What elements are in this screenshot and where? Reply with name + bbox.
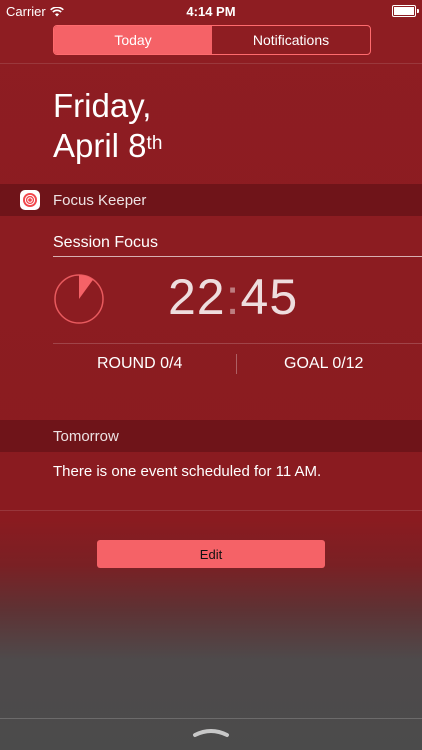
goal-counter: GOAL 0/12: [284, 355, 364, 372]
tomorrow-event-text: There is one event scheduled for 11 AM.: [53, 463, 322, 480]
status-time: 4:14 PM: [186, 4, 236, 19]
date-heading: Friday, April 8th: [53, 86, 162, 166]
session-divider: [53, 256, 422, 257]
widget-app-name: Focus Keeper: [53, 191, 147, 209]
timer-seconds: 45: [240, 269, 299, 325]
edit-button[interactable]: Edit: [97, 540, 325, 568]
view-segmented-control: Today Notifications: [53, 25, 371, 55]
battery-icon: [392, 5, 419, 17]
tomato-icon: [23, 193, 37, 207]
date-ordinal: th: [146, 133, 163, 154]
grabber-handle-icon[interactable]: [192, 726, 230, 738]
tab-notifications[interactable]: Notifications: [212, 26, 370, 54]
tomorrow-title: Tomorrow: [53, 427, 119, 445]
session-title: Session Focus: [53, 234, 158, 251]
tab-today[interactable]: Today: [54, 26, 212, 54]
stats-divider: [53, 343, 422, 344]
timer-display: 22:45: [168, 268, 298, 326]
timer-colon: :: [225, 269, 241, 325]
stats-separator: [236, 354, 237, 374]
timer-progress-wedge: [79, 275, 94, 299]
tomorrow-header[interactable]: Tomorrow: [0, 420, 422, 452]
bottom-divider: [0, 718, 422, 719]
divider: [0, 63, 422, 64]
status-bar: Carrier 4:14 PM: [0, 0, 422, 22]
focus-keeper-app-icon: [20, 190, 40, 210]
date-weekday: Friday,: [53, 87, 152, 124]
timer-progress-ring: [54, 274, 104, 324]
divider: [0, 510, 422, 511]
widget-header[interactable]: Focus Keeper: [0, 184, 422, 216]
date-month-day: April 8: [53, 127, 147, 164]
timer-minutes: 22: [168, 269, 226, 325]
date-month-day-line: April 8th: [53, 126, 162, 166]
round-counter: ROUND 0/4: [97, 355, 183, 372]
